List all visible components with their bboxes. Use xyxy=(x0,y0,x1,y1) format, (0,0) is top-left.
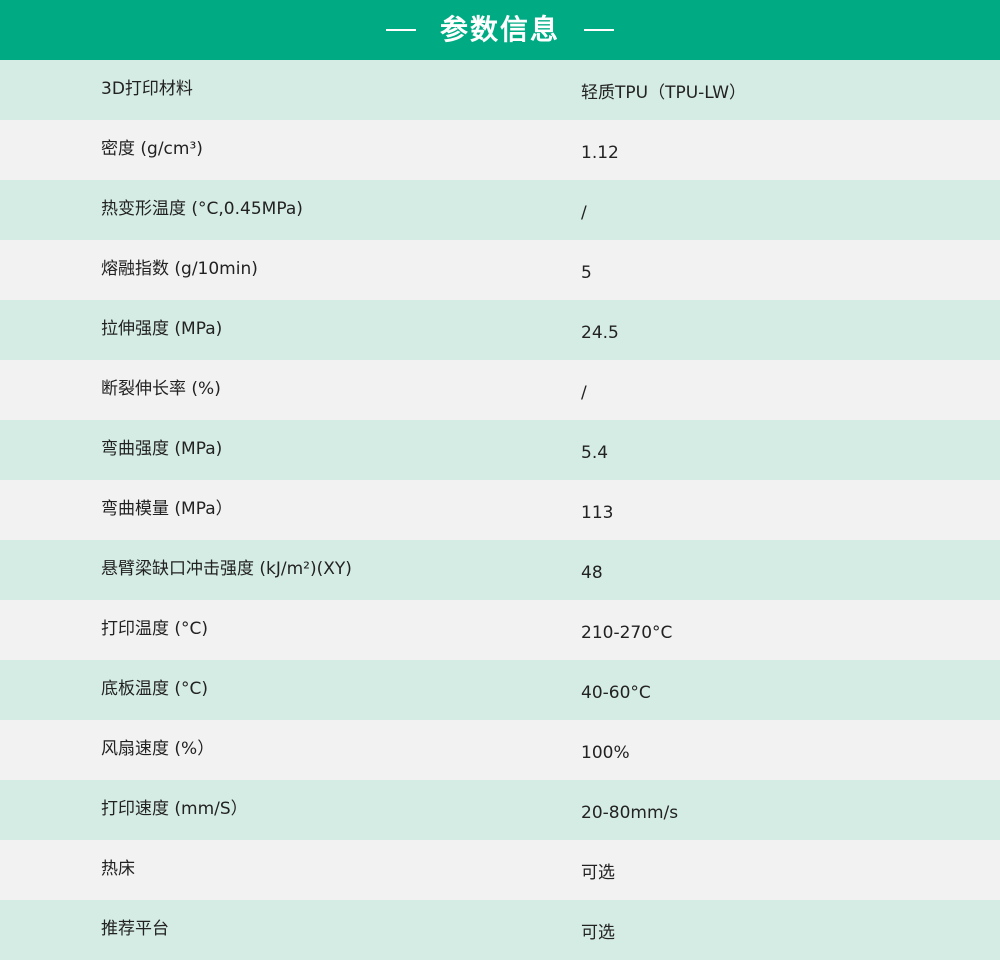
row-label: 3D打印材料 xyxy=(101,79,193,99)
row-value: 轻质TPU（TPU-LW） xyxy=(581,83,747,103)
table-row: 弯曲强度 (MPa) 5.4 xyxy=(0,420,1000,480)
table-row: 风扇速度 (%） 100% xyxy=(0,720,1000,780)
table-row: 热变形温度 (°C,0.45MPa) / xyxy=(0,180,1000,240)
table-row: 3D打印材料 轻质TPU（TPU-LW） xyxy=(0,60,1000,120)
table-row: 热床 可选 xyxy=(0,840,1000,900)
table-row: 底板温度 (°C) 40-60°C xyxy=(0,660,1000,720)
row-value: 可选 xyxy=(581,863,615,883)
table-row: 拉伸强度 (MPa) 24.5 xyxy=(0,300,1000,360)
row-value: 20-80mm/s xyxy=(581,803,679,823)
row-value: 5 xyxy=(581,263,592,283)
row-value: 5.4 xyxy=(581,443,609,463)
row-value: 100% xyxy=(581,743,630,763)
table-row: 推荐平台 可选 xyxy=(0,900,1000,960)
row-value: 113 xyxy=(581,503,614,523)
row-label: 断裂伸长率 (%) xyxy=(101,379,221,399)
row-label: 风扇速度 (%） xyxy=(101,739,215,759)
row-value: 24.5 xyxy=(581,323,619,343)
parameter-table: 3D打印材料 轻质TPU（TPU-LW） 密度 (g/cm³) 1.12 热变形… xyxy=(0,60,1000,960)
table-row: 弯曲模量 (MPa） 113 xyxy=(0,480,1000,540)
table-row: 打印速度 (mm/S） 20-80mm/s xyxy=(0,780,1000,840)
row-label: 拉伸强度 (MPa) xyxy=(101,319,223,339)
row-value: / xyxy=(581,383,587,403)
row-label: 弯曲强度 (MPa) xyxy=(101,439,223,459)
table-row: 断裂伸长率 (%) / xyxy=(0,360,1000,420)
row-value: / xyxy=(581,203,587,223)
table-row: 密度 (g/cm³) 1.12 xyxy=(0,120,1000,180)
row-value: 48 xyxy=(581,563,603,583)
row-label: 打印温度 (°C) xyxy=(101,619,209,639)
row-label: 弯曲模量 (MPa） xyxy=(101,499,233,519)
section-header: 参数信息 xyxy=(0,0,1000,60)
row-value: 可选 xyxy=(581,923,615,943)
row-label: 推荐平台 xyxy=(101,919,169,939)
header-right-dash xyxy=(584,29,614,31)
table-row: 打印温度 (°C) 210-270°C xyxy=(0,600,1000,660)
row-label: 底板温度 (°C) xyxy=(101,679,209,699)
row-label: 热床 xyxy=(101,859,135,879)
row-value: 210-270°C xyxy=(581,623,673,643)
table-row: 熔融指数 (g/10min) 5 xyxy=(0,240,1000,300)
section-title: 参数信息 xyxy=(439,13,560,46)
row-label: 悬臂梁缺口冲击强度 (kJ/m²)(XY) xyxy=(101,559,352,579)
row-label: 密度 (g/cm³) xyxy=(101,139,203,159)
header-left-dash xyxy=(385,29,416,31)
row-value: 40-60°C xyxy=(581,683,651,703)
row-value: 1.12 xyxy=(581,143,619,163)
table-row: 悬臂梁缺口冲击强度 (kJ/m²)(XY) 48 xyxy=(0,540,1000,600)
row-label: 熔融指数 (g/10min) xyxy=(101,259,258,279)
row-label: 热变形温度 (°C,0.45MPa) xyxy=(101,199,303,219)
row-label: 打印速度 (mm/S） xyxy=(101,799,248,819)
